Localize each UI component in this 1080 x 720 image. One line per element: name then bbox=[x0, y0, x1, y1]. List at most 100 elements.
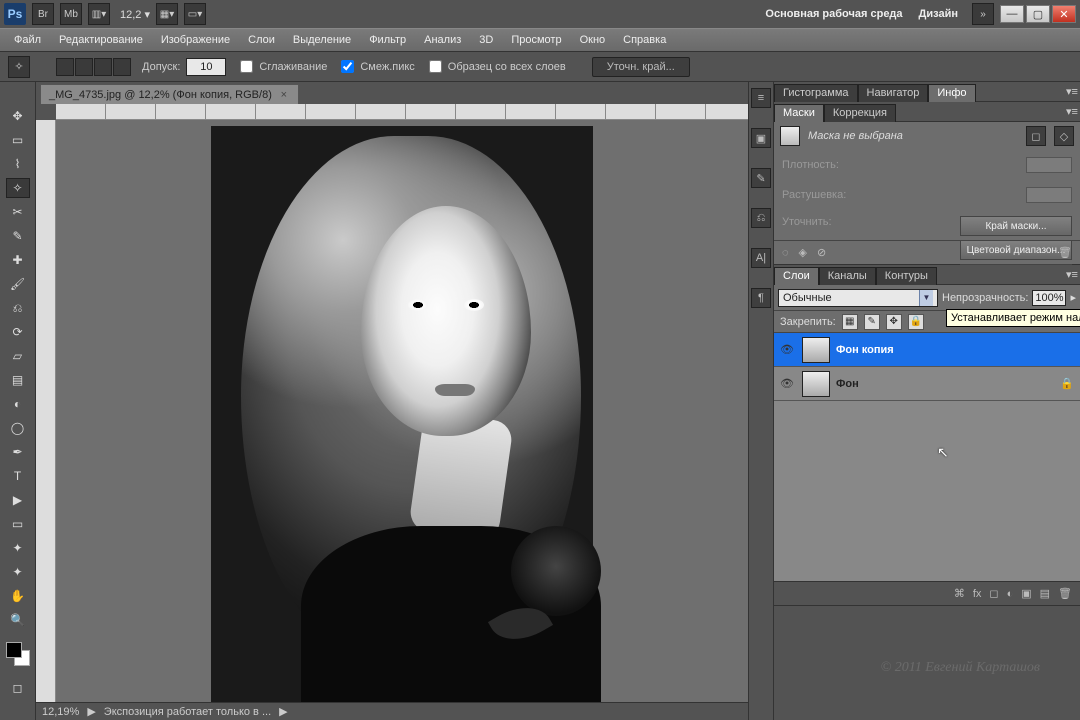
actions-panel-icon[interactable]: ▣ bbox=[751, 128, 771, 148]
type-tool[interactable]: T bbox=[6, 466, 30, 486]
layer-mask-icon[interactable]: ◻ bbox=[989, 587, 998, 600]
density-value[interactable] bbox=[1026, 157, 1072, 173]
lock-transparency-icon[interactable]: ▦ bbox=[842, 314, 858, 330]
tab-navigator[interactable]: Навигатор bbox=[858, 84, 929, 102]
disable-mask-icon[interactable]: ⊘ bbox=[817, 246, 826, 259]
path-select-tool[interactable]: ▶ bbox=[6, 490, 30, 510]
menu-3d[interactable]: 3D bbox=[479, 34, 493, 46]
menu-view[interactable]: Просмотр bbox=[511, 34, 561, 46]
document-tab[interactable]: _MG_4735.jpg @ 12,2% (Фон копия, RGB/8) … bbox=[40, 84, 299, 104]
layer-name[interactable]: Фон копия bbox=[836, 344, 894, 356]
feather-value[interactable] bbox=[1026, 187, 1072, 203]
visibility-icon[interactable]: 👁 bbox=[778, 377, 796, 390]
history-panel-icon[interactable]: ≡ bbox=[751, 88, 771, 108]
quickmask-toggle[interactable]: ◻ bbox=[6, 678, 30, 698]
crop-tool[interactable]: ✂ bbox=[6, 202, 30, 222]
menu-layer[interactable]: Слои bbox=[248, 34, 275, 46]
contiguous-checkbox[interactable] bbox=[341, 60, 354, 73]
color-swatches[interactable] bbox=[6, 642, 30, 666]
apply-mask-icon[interactable]: ◈ bbox=[799, 246, 807, 259]
opacity-value[interactable]: 100% bbox=[1032, 290, 1066, 306]
stamp-tool[interactable]: ⎌ bbox=[6, 298, 30, 318]
fg-swatch[interactable] bbox=[6, 642, 22, 658]
eyedropper-tool[interactable]: ✎ bbox=[6, 226, 30, 246]
group-icon[interactable]: ▣ bbox=[1021, 587, 1031, 600]
minibridge-icon[interactable]: Mb bbox=[60, 3, 82, 25]
dodge-tool[interactable]: ◯ bbox=[6, 418, 30, 438]
refine-edge-button[interactable]: Уточн. край... bbox=[592, 57, 690, 77]
brush-panel-icon[interactable]: ✎ bbox=[751, 168, 771, 188]
opacity-slider-icon[interactable]: ▸ bbox=[1070, 291, 1076, 304]
window-close-button[interactable]: ✕ bbox=[1052, 5, 1076, 23]
layer-row[interactable]: 👁 Фон копия bbox=[774, 333, 1080, 367]
clone-panel-icon[interactable]: ⎌ bbox=[751, 208, 771, 228]
history-brush-tool[interactable]: ⟳ bbox=[6, 322, 30, 342]
view-extras-icon[interactable]: ▥▾ bbox=[88, 3, 110, 25]
lasso-tool[interactable]: ⌇ bbox=[6, 154, 30, 174]
workspace-main[interactable]: Основная рабочая среда bbox=[765, 8, 902, 20]
menu-image[interactable]: Изображение bbox=[161, 34, 230, 46]
tolerance-input[interactable] bbox=[186, 58, 226, 76]
mask-edge-button[interactable]: Край маски... bbox=[960, 216, 1072, 236]
menu-edit[interactable]: Редактирование bbox=[59, 34, 143, 46]
window-maximize-button[interactable]: ▢ bbox=[1026, 5, 1050, 23]
load-selection-icon[interactable]: ◌ bbox=[782, 247, 789, 259]
menu-filter[interactable]: Фильтр bbox=[369, 34, 406, 46]
panel-menu-icon[interactable]: ▾≡ bbox=[1064, 268, 1080, 281]
workspace-design[interactable]: Дизайн bbox=[919, 8, 958, 20]
blur-tool[interactable]: ◐ bbox=[6, 394, 30, 414]
antialias-checkbox[interactable] bbox=[240, 60, 253, 73]
arrange-icon[interactable]: ▦▾ bbox=[156, 3, 178, 25]
workspace-more-icon[interactable]: » bbox=[972, 3, 994, 25]
delete-layer-icon[interactable]: 🗑 bbox=[1058, 587, 1072, 600]
selection-mode-group[interactable] bbox=[56, 58, 132, 76]
blend-mode-dropdown[interactable]: Обычные ▼ bbox=[778, 289, 938, 307]
hand-tool[interactable]: ✋ bbox=[6, 586, 30, 606]
layer-thumb[interactable] bbox=[802, 337, 830, 363]
canvas[interactable] bbox=[56, 120, 748, 702]
tab-layers[interactable]: Слои bbox=[774, 267, 819, 285]
menu-file[interactable]: Файл bbox=[14, 34, 41, 46]
tab-info[interactable]: Инфо bbox=[928, 84, 975, 102]
brush-tool[interactable]: 🖌 bbox=[6, 274, 30, 294]
marquee-tool[interactable]: ▭ bbox=[6, 130, 30, 150]
menu-select[interactable]: Выделение bbox=[293, 34, 351, 46]
window-minimize-button[interactable]: — bbox=[1000, 5, 1024, 23]
menu-analysis[interactable]: Анализ bbox=[424, 34, 461, 46]
layer-row[interactable]: 👁 Фон 🔒 bbox=[774, 367, 1080, 401]
layer-thumb[interactable] bbox=[802, 371, 830, 397]
3d-camera-tool[interactable]: ✦ bbox=[6, 562, 30, 582]
tab-paths[interactable]: Контуры bbox=[876, 267, 937, 285]
tab-adjustments[interactable]: Коррекция bbox=[824, 104, 896, 122]
link-layers-icon[interactable]: ⌘ bbox=[954, 587, 965, 600]
chevron-down-icon[interactable]: ▼ bbox=[919, 290, 933, 306]
panel-menu-icon[interactable]: ▾≡ bbox=[1064, 85, 1080, 98]
add-pixel-mask-icon[interactable]: ◻ bbox=[1026, 126, 1046, 146]
all-layers-checkbox[interactable] bbox=[429, 60, 442, 73]
eraser-tool[interactable]: ▱ bbox=[6, 346, 30, 366]
shape-tool[interactable]: ▭ bbox=[6, 514, 30, 534]
menu-window[interactable]: Окно bbox=[580, 34, 606, 46]
new-layer-icon[interactable]: ▤ bbox=[1040, 587, 1050, 600]
lock-position-icon[interactable]: ✥ bbox=[886, 314, 902, 330]
menu-help[interactable]: Справка bbox=[623, 34, 666, 46]
tab-histogram[interactable]: Гистограмма bbox=[774, 84, 858, 102]
pen-tool[interactable]: ✒ bbox=[6, 442, 30, 462]
screenmode-icon[interactable]: ▭▾ bbox=[184, 3, 206, 25]
close-tab-icon[interactable]: × bbox=[278, 89, 290, 101]
panel-menu-icon[interactable]: ▾≡ bbox=[1064, 105, 1080, 118]
tab-masks[interactable]: Маски bbox=[774, 104, 824, 122]
adjustment-layer-icon[interactable]: ◐ bbox=[1007, 588, 1014, 600]
add-vector-mask-icon[interactable]: ◇ bbox=[1054, 126, 1074, 146]
bridge-launch-icon[interactable]: Br bbox=[32, 3, 54, 25]
layer-name[interactable]: Фон bbox=[836, 378, 859, 390]
trash-icon[interactable]: 🗑 bbox=[1058, 246, 1072, 259]
color-range-button[interactable]: Цветовой диапазон... bbox=[960, 240, 1072, 260]
magic-wand-tool[interactable]: ✧ bbox=[6, 178, 30, 198]
tab-channels[interactable]: Каналы bbox=[819, 267, 876, 285]
lock-all-icon[interactable]: 🔒 bbox=[908, 314, 924, 330]
gradient-tool[interactable]: ▤ bbox=[6, 370, 30, 390]
layer-style-icon[interactable]: fx bbox=[973, 588, 982, 600]
current-tool-icon[interactable]: ✧ bbox=[8, 56, 30, 78]
paragraph-panel-icon[interactable]: ¶ bbox=[751, 288, 771, 308]
